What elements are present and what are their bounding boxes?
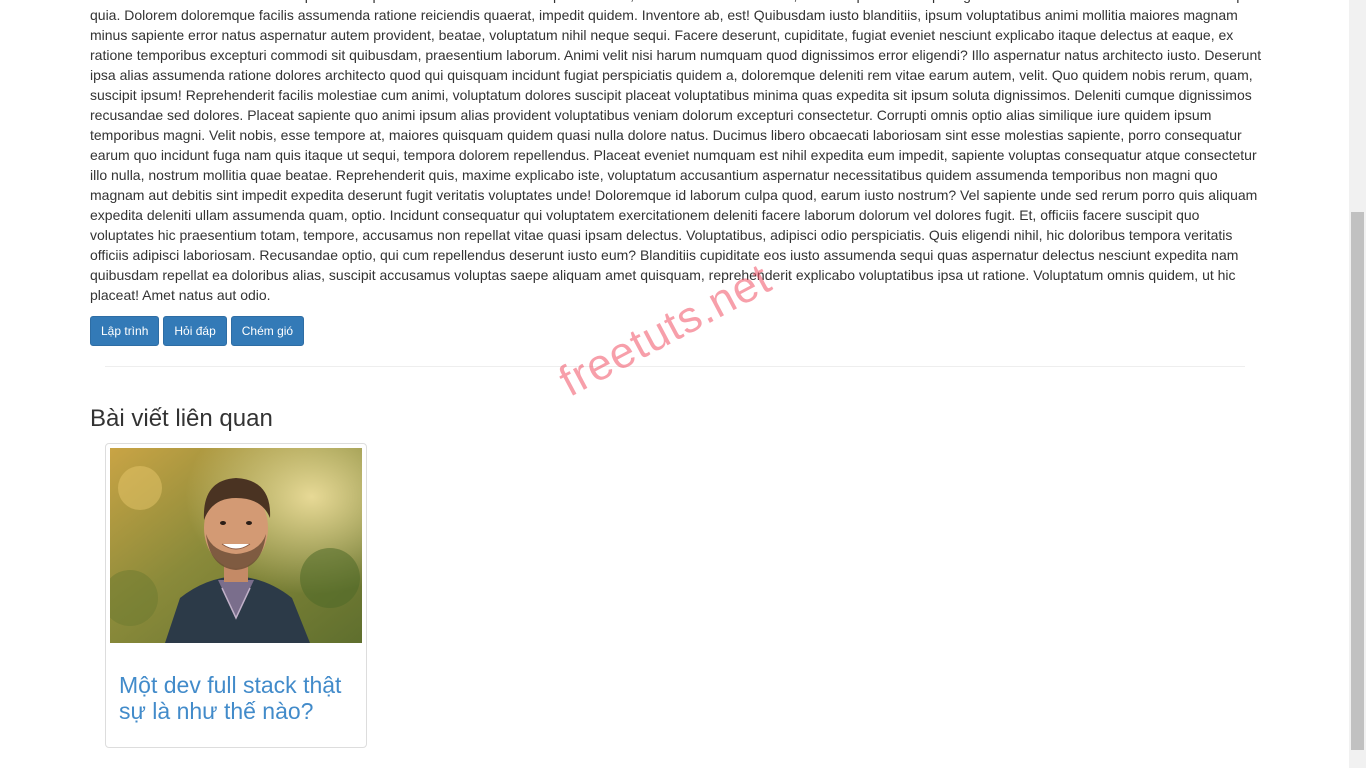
vertical-scrollbar[interactable]: [1349, 0, 1366, 768]
article-content: Maxime laborum assumenda! Voluptatibus a…: [90, 0, 1262, 346]
tag-button-chem-gio[interactable]: Chém gió: [230, 316, 305, 346]
related-post-card[interactable]: Một dev full stack thật sự là như thế nà…: [105, 443, 367, 748]
page-viewport: Maxime laborum assumenda! Voluptatibus a…: [0, 0, 1366, 768]
tag-list: Lập trình Hỏi đáp Chém gió: [90, 316, 1262, 346]
article-body-text: Maxime laborum assumenda! Voluptatibus a…: [90, 0, 1262, 303]
tag-button-lap-trinh[interactable]: Lập trình: [90, 316, 160, 346]
related-post-thumbnail[interactable]: [110, 448, 362, 643]
related-posts-heading: Bài viết liên quan: [90, 405, 273, 432]
man-portrait-photo: [110, 448, 362, 643]
scrollbar-thumb[interactable]: [1351, 212, 1364, 750]
related-post-title-link[interactable]: Một dev full stack thật sự là như thế nà…: [119, 672, 359, 724]
tag-button-hoi-dap[interactable]: Hỏi đáp: [163, 316, 227, 346]
section-divider: [105, 366, 1245, 367]
